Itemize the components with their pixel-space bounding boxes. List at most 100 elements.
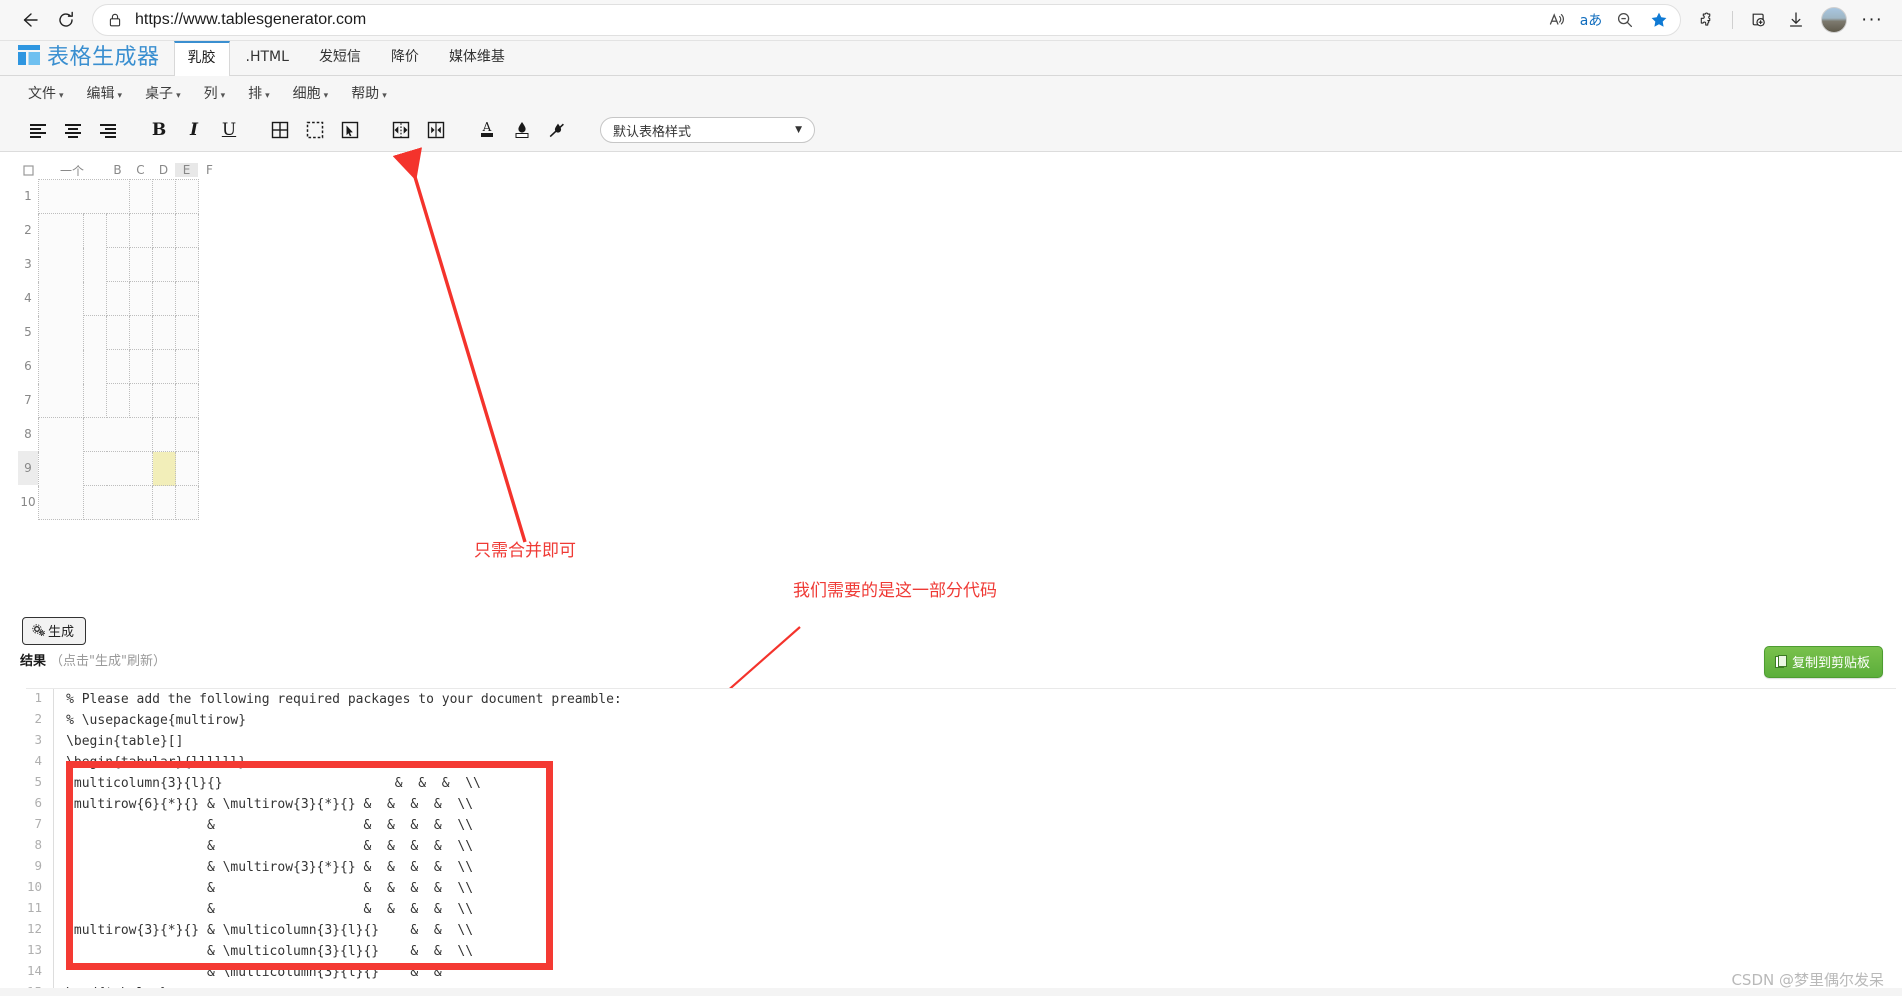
code-line-text[interactable]: & & & & & \\ [53,878,1896,899]
translate-icon[interactable]: aあ [1576,6,1606,34]
site-tab-latex[interactable]: 乳胶 [173,41,230,76]
cell-F2[interactable] [175,213,199,248]
cell-F4[interactable] [175,281,199,316]
cell-C2[interactable] [106,213,130,248]
grid-row-3[interactable]: 3 [18,247,38,281]
cell-C4[interactable] [106,281,130,316]
site-logo[interactable]: 表格生成器 [18,39,160,75]
cell-E4[interactable] [152,281,176,316]
grid-row-1[interactable]: 1 [18,179,38,213]
cell-D3[interactable] [129,247,153,282]
cell-D4[interactable] [129,281,153,316]
site-tab-html[interactable]: .HTML [232,41,303,75]
cell-F5[interactable] [175,315,199,350]
grid-row-10[interactable]: 10 [18,485,38,519]
split-cells-button[interactable] [422,116,450,144]
cell-A1-merged[interactable] [38,179,130,214]
copy-to-clipboard-button[interactable]: 复制到剪贴板 [1763,646,1883,678]
cell-F8[interactable] [175,417,199,452]
cell-E5[interactable] [152,315,176,350]
site-tab-mediawiki[interactable]: 媒体维基 [435,41,519,75]
code-line-text[interactable]: \multirow{3}{*}{} & \multicolumn{3}{l}{}… [53,920,1896,941]
cell-A8-merged[interactable] [38,417,84,520]
cell-C5[interactable] [106,315,130,350]
cell-B5-merged[interactable] [83,315,107,418]
cell-B2-merged[interactable] [83,213,107,316]
table-row[interactable] [38,179,199,214]
borders-button[interactable] [266,116,294,144]
cell-F6[interactable] [175,349,199,384]
grid-col-D[interactable]: D [152,163,175,177]
table-row[interactable] [38,417,199,520]
address-bar[interactable]: https://www.tablesgenerator.com aあ [92,4,1681,36]
cell-B8-merged[interactable] [83,417,153,452]
latex-code-output[interactable]: 1 % Please add the following required pac… [26,688,1896,990]
grid-row-6[interactable]: 6 [18,349,38,383]
cell-F10[interactable] [175,485,199,520]
grid-row-7[interactable]: 7 [18,383,38,417]
menu-edit[interactable]: 编辑 ▾ [87,83,123,103]
find-on-page-icon[interactable] [1610,6,1640,34]
cell-C6[interactable] [106,349,130,384]
read-aloud-icon[interactable] [1542,6,1572,34]
grid-col-A[interactable]: 一个 [38,162,106,179]
grid-col-B[interactable]: B [106,163,129,177]
code-line-text[interactable]: % Please add the following required pack… [53,689,1896,710]
back-button[interactable] [12,4,48,36]
cell-C7[interactable] [106,383,130,418]
cell-E2[interactable] [152,213,176,248]
cell-B9-merged[interactable] [83,451,153,486]
grid-col-F[interactable]: F [198,163,221,177]
more-settings-button[interactable]: ··· [1854,4,1890,36]
cell-F7[interactable] [175,383,199,418]
grid-row-4[interactable]: 4 [18,281,38,315]
cell-D5[interactable] [129,315,153,350]
italic-button[interactable]: I [180,116,208,144]
pick-cell-button[interactable] [336,116,364,144]
code-line-text[interactable]: & & & & & \\ [53,815,1896,836]
code-line-text[interactable]: \begin{table}[] [53,731,1896,752]
cell-E9-highlighted[interactable] [152,451,176,486]
select-all-cells-button[interactable] [301,116,329,144]
cell-F9[interactable] [175,451,199,486]
grid-corner-cell[interactable] [18,162,38,179]
cell-D1[interactable] [129,179,153,214]
grid-row-2[interactable]: 2 [18,213,38,247]
cell-F3[interactable] [175,247,199,282]
cell-B10-merged[interactable] [83,485,153,520]
code-line-text[interactable]: \begin{tabular}{llllll} [53,752,1896,773]
clear-format-button[interactable] [543,116,571,144]
profile-button[interactable] [1816,4,1852,36]
code-line-text[interactable]: & & & & & \\ [53,836,1896,857]
reload-button[interactable] [48,4,84,36]
cell-D6[interactable] [129,349,153,384]
grid-row-5[interactable]: 5 [18,315,38,349]
cell-E6[interactable] [152,349,176,384]
cell-A2-merged[interactable] [38,213,84,418]
generate-button[interactable]: 生成 [22,617,87,645]
collections-button[interactable] [1740,4,1776,36]
grid-col-C[interactable]: C [129,163,152,177]
cell-E7[interactable] [152,383,176,418]
site-tab-text[interactable]: 发短信 [305,41,375,75]
align-center-button[interactable] [59,116,87,144]
grid-row-9[interactable]: 9 [18,451,38,485]
favorite-star-icon[interactable] [1644,6,1674,34]
code-line-text[interactable]: & \multicolumn{3}{l}{} & & [53,962,1896,983]
menu-help[interactable]: 帮助 ▾ [351,83,387,103]
bold-button[interactable]: B [145,116,173,144]
code-line-text[interactable]: & \multirow{3}{*}{} & & & & \\ [53,857,1896,878]
align-left-button[interactable] [24,116,52,144]
text-color-button[interactable]: A [473,116,501,144]
code-line-text[interactable]: \multicolumn{3}{l}{} & & & \\ [53,773,1896,794]
menu-file[interactable]: 文件 ▾ [28,83,64,103]
grid-cells[interactable] [38,179,199,520]
extensions-button[interactable] [1689,4,1725,36]
underline-button[interactable]: U [215,116,243,144]
cell-E3[interactable] [152,247,176,282]
cell-E8[interactable] [152,417,176,452]
grid-row-8[interactable]: 8 [18,417,38,451]
table-row[interactable] [38,213,199,418]
cell-D2[interactable] [129,213,153,248]
menu-row[interactable]: 排 ▾ [248,83,270,103]
